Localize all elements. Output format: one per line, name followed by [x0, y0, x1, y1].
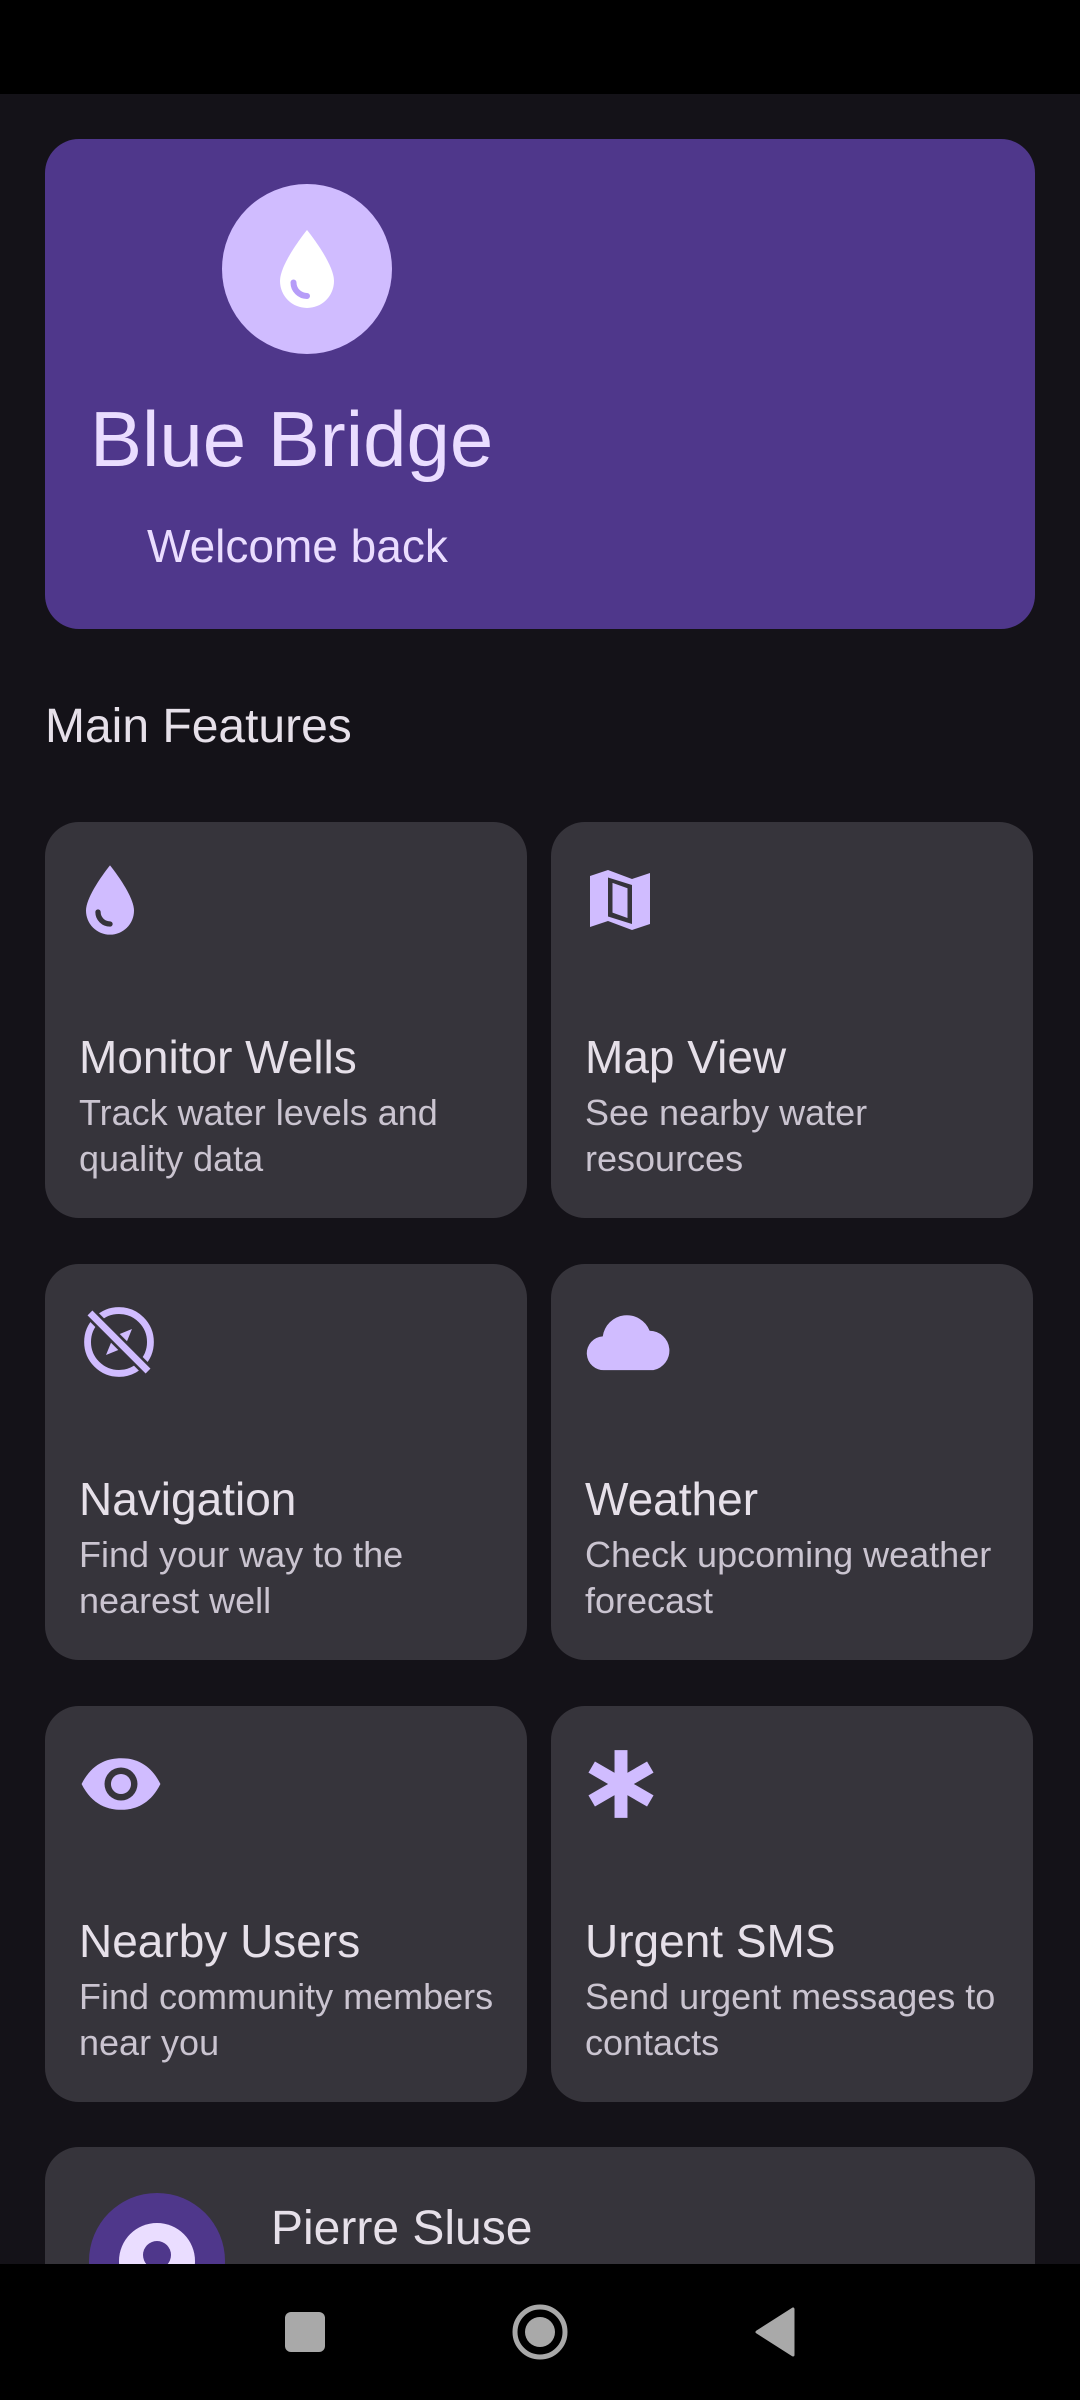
explore-off-icon: [84, 1307, 154, 1377]
profile-card[interactable]: Pierre Sluse: [45, 2147, 1035, 2264]
feature-description: Track water levels and quality data: [79, 1092, 438, 1179]
person-icon: [119, 2223, 195, 2264]
welcome-subtitle: Welcome back: [147, 520, 448, 572]
feature-description: Send urgent messages to contacts: [585, 1976, 996, 2063]
feature-description: Find your way to the nearest well: [79, 1534, 404, 1621]
feature-card-monitor-wells[interactable]: Monitor Wells Track water levels and qua…: [45, 822, 527, 1218]
recents-icon: [285, 2312, 325, 2352]
feature-card-weather[interactable]: Weather Check upcoming weather forecast: [551, 1264, 1033, 1660]
feature-description: See nearby water resources: [585, 1092, 868, 1179]
feature-title: Map View: [585, 1031, 787, 1083]
feature-card-nearby-users[interactable]: Nearby Users Find community members near…: [45, 1706, 527, 2102]
feature-title: Nearby Users: [79, 1915, 361, 1967]
main-content: Blue Bridge Welcome back Main Features M…: [0, 94, 1080, 2264]
feature-card-urgent-sms[interactable]: Urgent SMS Send urgent messages to conta…: [551, 1706, 1033, 2102]
section-title: Main Features: [45, 700, 352, 753]
asterisk-icon: [588, 1750, 654, 1818]
map-icon: [590, 870, 650, 930]
feature-title: Monitor Wells: [79, 1031, 357, 1083]
home-icon: [512, 2304, 568, 2360]
status-bar: [0, 0, 1080, 94]
system-navigation-bar: [0, 2264, 1080, 2400]
feature-description: Check upcoming weather forecast: [585, 1534, 992, 1621]
cloud-icon: [586, 1315, 670, 1371]
app-title: Blue Bridge: [90, 395, 494, 483]
recents-button[interactable]: [265, 2292, 345, 2372]
hero-avatar: [222, 184, 392, 354]
eye-icon: [81, 1758, 161, 1810]
water-drop-icon: [86, 865, 134, 935]
water-drop-icon: [280, 230, 334, 308]
back-button[interactable]: [735, 2292, 815, 2372]
back-icon: [755, 2307, 795, 2357]
feature-title: Urgent SMS: [585, 1915, 836, 1967]
feature-title: Weather: [585, 1473, 759, 1525]
feature-card-map-view[interactable]: Map View See nearby water resources: [551, 822, 1033, 1218]
feature-description: Find community members near you: [79, 1976, 494, 2063]
avatar: [89, 2193, 225, 2264]
hero-card: Blue Bridge Welcome back: [45, 139, 1035, 629]
feature-title: Navigation: [79, 1473, 297, 1525]
feature-card-navigation[interactable]: Navigation Find your way to the nearest …: [45, 1264, 527, 1660]
home-button[interactable]: [500, 2292, 580, 2372]
profile-name: Pierre Sluse: [271, 2202, 533, 2255]
